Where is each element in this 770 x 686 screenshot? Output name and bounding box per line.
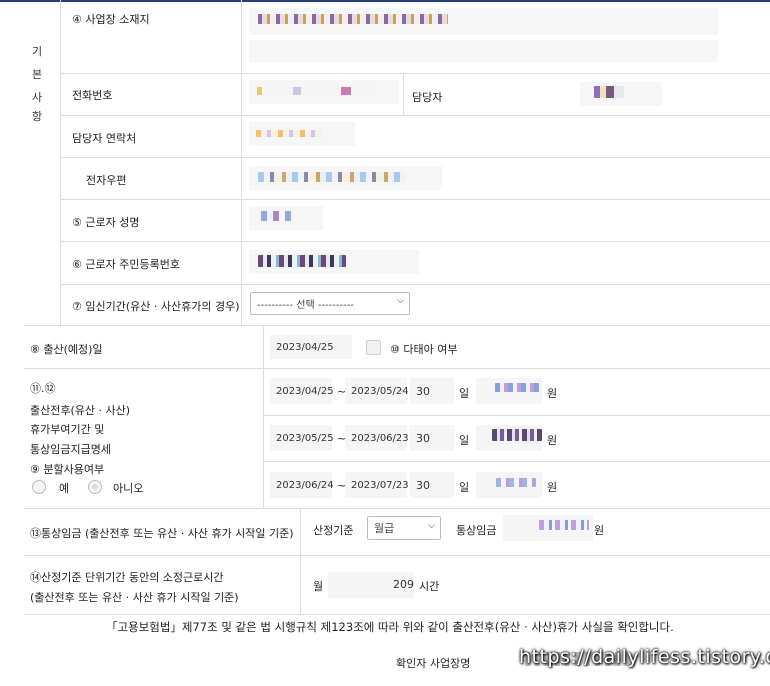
birth-date-label: ⑧ 출산(예정)일 bbox=[30, 343, 103, 356]
divider bbox=[60, 0, 61, 325]
chevron-down-icon: ⌵ bbox=[397, 296, 404, 306]
leave-start-date: 2023/06/24 bbox=[276, 480, 334, 491]
divider bbox=[60, 199, 770, 200]
redacted-text bbox=[258, 255, 346, 267]
top-border bbox=[0, 0, 770, 2]
day-unit: 일 bbox=[459, 387, 470, 400]
split-no-radio[interactable] bbox=[88, 480, 102, 494]
divider bbox=[263, 325, 264, 508]
redacted-text bbox=[594, 86, 624, 98]
watermark: https://dailylifess.tistory.com bbox=[519, 646, 770, 668]
manager-label: 담당자 bbox=[412, 91, 443, 104]
leave-start-date: 2023/05/25 bbox=[276, 433, 334, 444]
work-hours-value: 209 bbox=[393, 578, 414, 591]
divider bbox=[24, 368, 770, 369]
split-no-label: 아니오 bbox=[113, 482, 144, 495]
leave-end-date: 2023/06/23 bbox=[351, 433, 409, 444]
leave-days-value: 30 bbox=[416, 432, 430, 445]
redacted-text bbox=[257, 87, 375, 95]
leave-title-line1: 출산전후(유산 · 사산) bbox=[30, 404, 131, 417]
hours-unit: 시간 bbox=[419, 580, 440, 593]
work-hours-label: ⑭산정기준 단위기간 동안의 소정근로시간 bbox=[30, 571, 224, 584]
pregnancy-period-label: ⑦ 임신기간(유산 · 사산휴가의 경우) bbox=[72, 300, 240, 313]
email-label: 전자우편 bbox=[86, 174, 127, 187]
day-unit: 일 bbox=[459, 434, 470, 447]
won-unit: 원 bbox=[547, 481, 558, 494]
divider bbox=[300, 508, 301, 614]
wage-basis-value: 월급 bbox=[374, 522, 395, 535]
divider bbox=[60, 73, 770, 74]
redacted-text bbox=[258, 172, 406, 182]
split-yes-radio[interactable] bbox=[32, 480, 46, 494]
multiple-birth-checkbox[interactable] bbox=[366, 340, 381, 355]
birth-date-value: 2023/04/25 bbox=[276, 342, 334, 353]
leave-title-line3: 통상임금지급명세 bbox=[30, 443, 111, 456]
split-use-label: ⑨ 분할사용여부 bbox=[30, 463, 105, 476]
manager-contact-label: 담당자 연락처 bbox=[72, 132, 137, 145]
leave-end-date: 2023/07/23 bbox=[351, 480, 409, 491]
worker-rrn-label: ⑥ 근로자 주민등록번호 bbox=[72, 258, 180, 271]
leave-end-date: 2023/05/24 bbox=[351, 386, 409, 397]
divider bbox=[263, 461, 770, 462]
ordinary-wage-field-label: 통상임금 bbox=[456, 524, 497, 537]
pregnancy-period-select[interactable]: ---------- 선택 ---------- ⌵ bbox=[250, 292, 410, 315]
divider bbox=[263, 415, 770, 416]
won-unit: 원 bbox=[547, 387, 558, 400]
leave-title-line2: 휴가부여기간 및 bbox=[30, 423, 105, 436]
divider bbox=[60, 241, 770, 242]
leave-number-label: ⑪.⑫ bbox=[30, 382, 56, 395]
basis-label: 산정기준 bbox=[313, 524, 354, 537]
business-address-detail-input[interactable] bbox=[249, 40, 718, 62]
won-unit: 원 bbox=[547, 434, 558, 447]
redacted-text bbox=[256, 130, 322, 137]
wage-basis-select[interactable]: 월급 ⌵ bbox=[367, 516, 441, 540]
redacted-text bbox=[495, 383, 539, 392]
redacted-text bbox=[258, 14, 448, 24]
month-label: 월 bbox=[313, 580, 324, 593]
confirmation-statement: 「고용보험법」제77조 및 같은 법 시행규칙 제123조에 따라 위와 같이 … bbox=[106, 620, 674, 634]
divider bbox=[60, 115, 770, 116]
divider bbox=[241, 0, 242, 325]
confirmer-business-label: 확인자 사업장명 bbox=[396, 657, 471, 670]
chevron-down-icon: ⌵ bbox=[428, 521, 435, 531]
divider bbox=[24, 508, 770, 509]
divider bbox=[24, 325, 770, 326]
multiple-birth-label: ⑩ 다태아 여부 bbox=[390, 343, 458, 356]
redacted-text bbox=[261, 211, 291, 221]
leave-days-value: 30 bbox=[416, 385, 430, 398]
leave-start-date: 2023/04/25 bbox=[276, 386, 334, 397]
phone-label: 전화번호 bbox=[72, 89, 113, 102]
divider bbox=[24, 555, 770, 556]
redacted-text bbox=[492, 429, 542, 441]
divider bbox=[24, 614, 770, 615]
split-yes-label: 예 bbox=[59, 482, 70, 495]
pregnancy-period-select-value: ---------- 선택 ---------- bbox=[257, 300, 354, 311]
work-hours-label-sub: (출산전후 또는 유산 · 사산 휴가 시작일 기준) bbox=[30, 591, 239, 604]
redacted-text bbox=[496, 478, 536, 487]
won-unit: 원 bbox=[594, 524, 605, 537]
divider bbox=[60, 284, 770, 285]
worker-name-label: ⑤ 근로자 성명 bbox=[72, 216, 140, 229]
redacted-text bbox=[539, 520, 589, 530]
divider bbox=[403, 73, 404, 115]
business-address-label: ④ 사업장 소재지 bbox=[72, 13, 150, 26]
divider bbox=[60, 157, 770, 158]
ordinary-wage-label: ⑬통상임금 (출산전후 또는 유산 · 사산 휴가 시작일 기준) bbox=[30, 527, 294, 540]
day-unit: 일 bbox=[459, 481, 470, 494]
leave-days-value: 30 bbox=[416, 479, 430, 492]
